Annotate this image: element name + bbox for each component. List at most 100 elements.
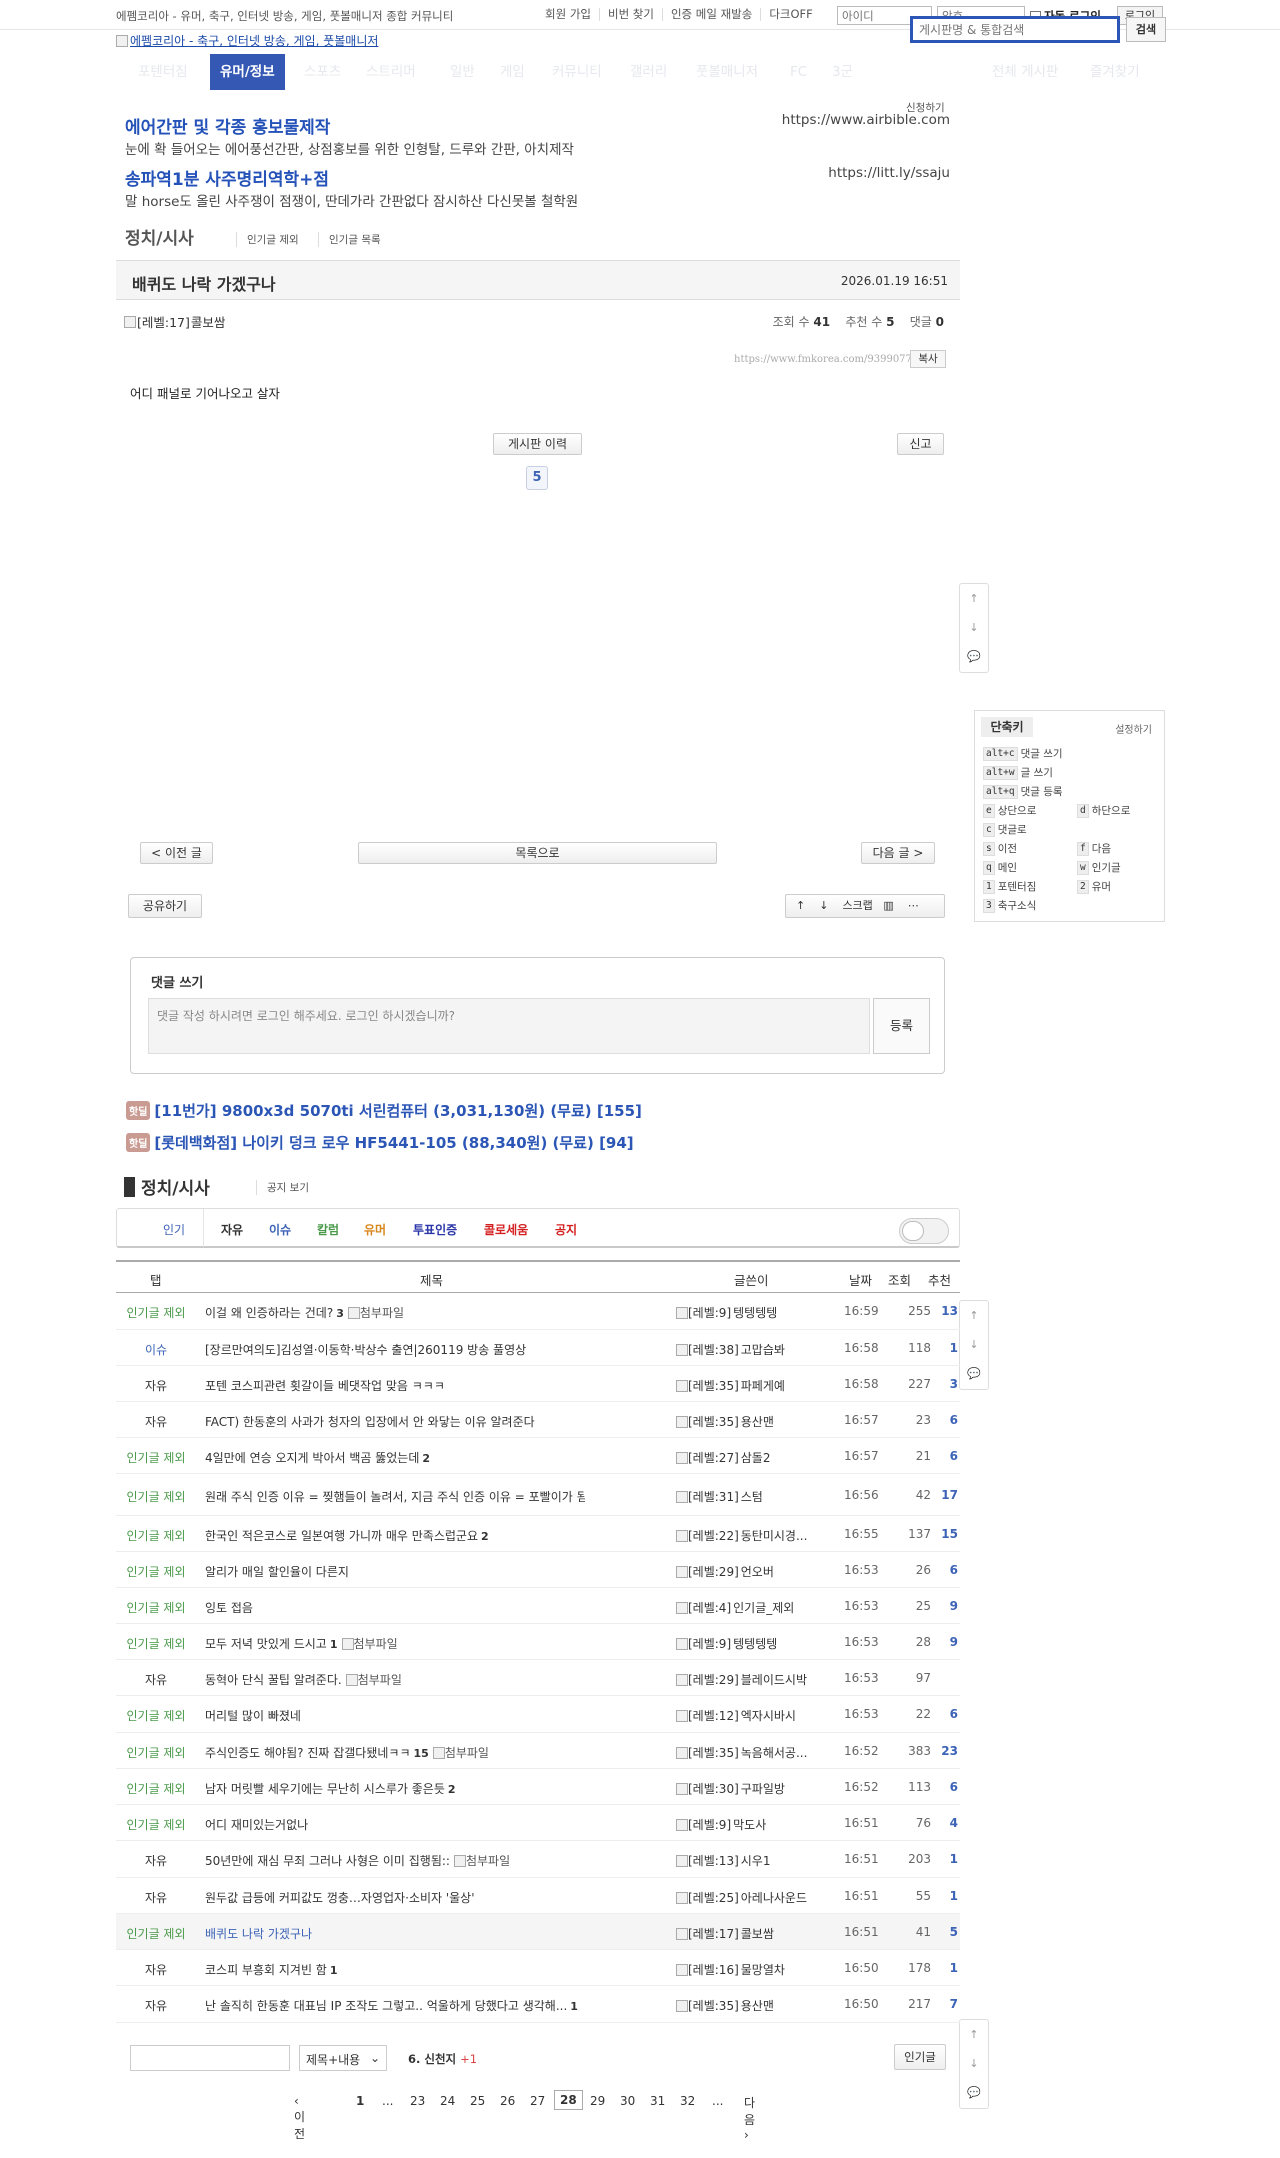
row-author-name[interactable]: 구파일방 (741, 1782, 785, 1796)
pager-prev[interactable]: ‹ 이전 (294, 2094, 305, 2142)
row-tab[interactable]: 인기글 제외 (116, 1599, 196, 1616)
row-author[interactable]: [레벨:13] 시우1 (676, 1852, 836, 1869)
nav-item-sports[interactable]: 스포츠 (304, 54, 341, 90)
row-title[interactable]: [장르만여의도]김성열·이동학·박상수 출연|260119 방송 풀영상 (205, 1341, 585, 1358)
row-author[interactable]: [레벨:29] 언오버 (676, 1563, 836, 1580)
row-author[interactable]: [레벨:9] 막도사 (676, 1816, 836, 1833)
row-tab[interactable]: 자유 (116, 1961, 196, 1978)
row-author-name[interactable]: 텡텡텡텡 (733, 1637, 777, 1651)
row-author-name[interactable]: 스텀 (741, 1490, 763, 1504)
row-title-text[interactable]: 머리털 많이 빠졌네 (205, 1709, 301, 1723)
row-tab[interactable]: 이슈 (116, 1341, 196, 1358)
row-title-text[interactable]: 남자 머릿빨 세우기에는 무난히 시스루가 좋은듯 (205, 1782, 445, 1796)
nav-item-streamer[interactable]: 스트리머 (366, 54, 416, 90)
share-button[interactable]: 공유하기 (128, 894, 202, 918)
row-title-text[interactable]: 이걸 왜 인증하라는 건데? (205, 1306, 333, 1320)
row-comment-count[interactable]: 1 (330, 1638, 338, 1651)
row-title[interactable]: 난 솔직히 한동훈 대표님 IP 조작도 그렇고.. 억울하게 당했다고 생각해… (205, 1997, 585, 2014)
row-title-text[interactable]: 원래 주식 인증 이유 = 찢햄들이 놀려서, 지금 주식 인증 이유 = 포빨… (205, 1490, 585, 1504)
category-notice[interactable]: 공지 (555, 1221, 577, 1238)
category-vote-proof[interactable]: 투표인증 (413, 1221, 457, 1238)
notice-link[interactable]: 공지 보기 (256, 1180, 309, 1195)
row-author-name[interactable]: 막도사 (733, 1818, 766, 1832)
scroll-up-icon[interactable]: ↑ (960, 1301, 988, 1330)
row-author-name[interactable]: 동탄미시경... (741, 1529, 808, 1543)
nav-item-game[interactable]: 게임 (500, 54, 525, 90)
comment-icon[interactable]: 💬 (960, 2078, 988, 2107)
pager-page[interactable]: 23 (410, 2094, 425, 2108)
row-title-text[interactable]: 4일만에 연승 오지게 박아서 백곰 뚫었는데 (205, 1451, 419, 1465)
ad-url[interactable]: https://litt.ly/ssaju (700, 165, 950, 181)
table-row[interactable]: 자유 난 솔직히 한동훈 대표님 IP 조작도 그렇고.. 억울하게 당했다고 생… (116, 1986, 960, 2023)
row-comment-count[interactable]: 15 (414, 1747, 429, 1760)
pager-current[interactable]: 28 (554, 2090, 583, 2110)
row-title[interactable]: 원래 주식 인증 이유 = 찢햄들이 놀려서, 지금 주식 인증 이유 = 포빨… (205, 1488, 585, 1505)
row-title[interactable]: 동혁아 단식 꿀팁 알려준다. 첨부파일 (205, 1671, 585, 1688)
row-title[interactable]: 잉토 접음 (205, 1599, 585, 1616)
table-row[interactable]: 인기글 제외 한국인 적은코스로 일본여행 가니까 매우 만족스럽군요 2 [레벨:2… (116, 1516, 960, 1552)
scroll-down-icon[interactable]: ↓ (960, 1330, 988, 1359)
list-search-input[interactable] (130, 2045, 290, 2071)
more-icon[interactable]: ⋯ (908, 899, 919, 912)
row-title[interactable]: 주식인증도 해야됨? 진짜 잡갤다됐네ㅋㅋ 15 첨부파일 (205, 1744, 585, 1761)
row-author[interactable]: [레벨:17] 콜보쌈 (676, 1925, 836, 1942)
comment-submit-button[interactable]: 등록 (873, 998, 930, 1054)
table-row[interactable]: 인기글 제외 모두 저녁 맛있게 드시고 1 첨부파일 [레벨:9] 텡텡텡텡 16:53 2… (116, 1624, 960, 1660)
scrap-button[interactable]: 스크랩 (842, 899, 872, 912)
hotdeal-text[interactable]: [11번가] 9800x3d 5070ti 서린컴퓨터 (3,031,130원)… (154, 1100, 641, 1121)
pager-page[interactable]: 26 (500, 2094, 515, 2108)
table-row[interactable]: 자유 50년만에 재심 무죄 그러나 사형은 이미 집행됨:: 첨부파일 [레벨:13… (116, 1841, 960, 1878)
row-author[interactable]: [레벨:35] 파페게예 (676, 1377, 836, 1394)
row-tab[interactable]: 자유 (116, 1671, 196, 1688)
row-tab[interactable]: 인기글 제외 (116, 1488, 196, 1505)
nav-item-fm[interactable]: 풋볼매니저 (696, 54, 758, 90)
row-title[interactable]: 알리가 매일 할인율이 다른지 (205, 1563, 585, 1580)
prev-post-button[interactable]: < 이전 글 (140, 842, 213, 864)
scroll-up-icon[interactable]: ↑ (960, 2020, 988, 2049)
pager-page[interactable]: 29 (590, 2094, 605, 2108)
table-row[interactable]: 자유 코스피 부흥회 지겨빈 함 1 [레벨:16] 물망열차 16:50 178 1 (116, 1950, 960, 1986)
row-tab[interactable]: 인기글 제외 (116, 1780, 196, 1797)
vote-count[interactable]: 5 (526, 466, 548, 490)
row-title[interactable]: 어디 재미있는거없나 (205, 1816, 585, 1833)
comment-textarea[interactable]: 댓글 작성 하시려면 로그인 해주세요. 로그인 하시겠습니까? (148, 998, 870, 1054)
table-row[interactable]: 자유 FACT) 한동훈의 사과가 청자의 입장에서 안 와닿는 이유 알려준다 [… (116, 1402, 960, 1438)
row-author-name[interactable]: 시우1 (741, 1854, 771, 1868)
row-author[interactable]: [레벨:16] 물망열차 (676, 1961, 836, 1978)
row-author[interactable]: [레벨:29] 블레이드시박 (676, 1671, 836, 1688)
nav-item-poten[interactable]: 포텐터짐 (138, 54, 188, 90)
find-password-link[interactable]: 비번 찾기 (598, 8, 662, 21)
next-post-button[interactable]: 다음 글 > (861, 842, 935, 864)
row-title-text[interactable]: 잉토 접음 (205, 1601, 253, 1615)
row-author-name[interactable]: 용산맨 (741, 1415, 774, 1429)
row-author-name[interactable]: 삼돌2 (741, 1451, 771, 1465)
hotdeal-item[interactable]: 핫딜 [롯데백화점] 나이키 덩크 로우 HF5441-105 (88,340원… (126, 1132, 634, 1153)
row-author-name[interactable]: 인기글_제외 (733, 1601, 794, 1615)
table-row[interactable]: 자유 동혁아 단식 꿀팁 알려준다. 첨부파일 [레벨:29] 블레이드시박 16:53 9… (116, 1660, 960, 1696)
category-colosseum[interactable]: 콜로세움 (484, 1221, 528, 1238)
pager-page[interactable]: 24 (440, 2094, 455, 2108)
pager-page[interactable]: 25 (470, 2094, 485, 2108)
nav-item-community[interactable]: 커뮤니티 (552, 54, 602, 90)
scroll-down-icon[interactable]: ↓ (960, 613, 988, 642)
row-author[interactable]: [레벨:22] 동탄미시경... (676, 1527, 836, 1544)
row-author-name[interactable]: 고맙습봐 (741, 1343, 785, 1357)
row-title[interactable]: 4일만에 연승 오지게 박아서 백곰 뚫었는데 2 (205, 1449, 585, 1466)
pager-page[interactable]: 31 (650, 2094, 665, 2108)
row-title[interactable]: 한국인 적은코스로 일본여행 가니까 매우 만족스럽군요 2 (205, 1527, 585, 1544)
row-author-name[interactable]: 텡텡텡텡 (733, 1306, 777, 1320)
row-title[interactable]: 남자 머릿빨 세우기에는 무난히 시스루가 좋은듯 2 (205, 1780, 585, 1797)
row-title[interactable]: 모두 저녁 맛있게 드시고 1 첨부파일 (205, 1635, 585, 1652)
search-input[interactable] (910, 16, 1120, 43)
ad-url[interactable]: https://www.airbible.com (700, 112, 950, 128)
row-tab[interactable]: 자유 (116, 1377, 196, 1394)
scroll-up-icon[interactable]: ↑ (960, 584, 988, 613)
row-author-name[interactable]: 블레이드시박 (741, 1673, 807, 1687)
row-title[interactable]: 배퀴도 나락 가겠구나 (205, 1925, 585, 1942)
row-comment-count[interactable]: 1 (330, 1964, 338, 1977)
resend-mail-link[interactable]: 인증 메일 재발송 (661, 8, 760, 21)
row-author[interactable]: [레벨:38] 고맙습봐 (676, 1341, 836, 1358)
row-tab[interactable]: 자유 (116, 1413, 196, 1430)
down-arrow-icon[interactable]: ↓ (819, 899, 828, 912)
pager-first[interactable]: 1 (356, 2094, 364, 2108)
